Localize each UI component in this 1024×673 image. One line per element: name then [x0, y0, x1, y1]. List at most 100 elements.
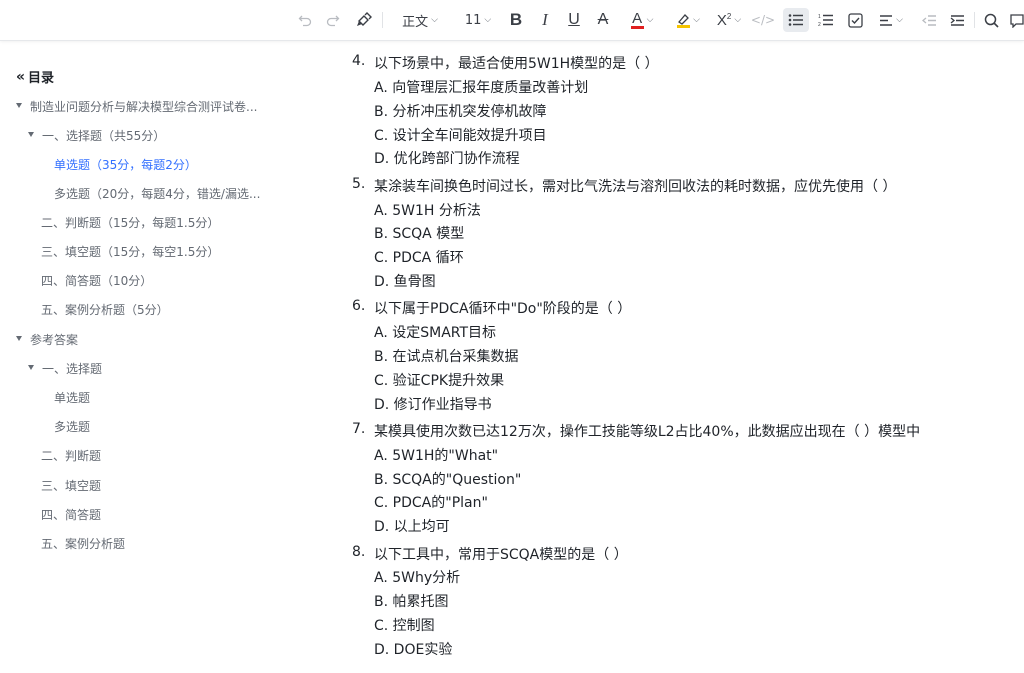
toc-item-exam-title[interactable]: 制造业问题分析与解决模型综合测评试卷...: [16, 98, 257, 115]
option-b[interactable]: B. 在试点机台采集数据: [374, 346, 519, 366]
question-number: 8.: [352, 544, 366, 560]
question-number: 6.: [352, 298, 366, 314]
comment-icon[interactable]: [1009, 8, 1024, 32]
code-icon[interactable]: </>: [751, 8, 775, 32]
option-c[interactable]: C. 验证CPK提升效果: [374, 370, 504, 390]
expand-triangle-icon[interactable]: [16, 103, 22, 108]
expand-triangle-icon[interactable]: [28, 365, 34, 370]
toc-item-answers-judgment[interactable]: 二、判断题: [41, 447, 101, 464]
option-d[interactable]: D. DOE实验: [374, 639, 452, 659]
toc-item-answers-fill-blank[interactable]: 三、填空题: [41, 477, 101, 494]
option-a[interactable]: A. 设定SMART目标: [374, 322, 496, 342]
expand-triangle-icon[interactable]: [28, 132, 34, 137]
option-c[interactable]: C. PDCA的"Plan": [374, 492, 488, 512]
toc-item-case-analysis[interactable]: 五、案例分析题（5分）: [41, 301, 169, 318]
highlight-button[interactable]: ⌵: [670, 8, 706, 32]
chevron-down-icon: ⌵: [896, 15, 903, 25]
format-painter-icon[interactable]: [354, 8, 374, 32]
toc-item-multi-choice[interactable]: 多选题（20分，每题4分，错选/漏选...: [54, 185, 260, 202]
toc-item-label: 二、判断题: [41, 449, 102, 463]
toc-item-label: 一、选择题: [42, 362, 103, 376]
font-size-select[interactable]: 11 ⌵: [460, 8, 496, 32]
toc-item-judgment[interactable]: 二、判断题（15分，每题1.5分）: [41, 214, 219, 231]
option-a[interactable]: A. 向管理层汇报年度质量改善计划: [374, 77, 588, 97]
toc-item-label: 单选题: [54, 391, 91, 405]
table-of-contents: « 目录 制造业问题分析与解决模型综合测评试卷... 一、选择题（共55分） 单…: [0, 41, 300, 673]
option-d[interactable]: D. 鱼骨图: [374, 271, 436, 291]
toc-item-label: 二、判断题（15分，每题1.5分）: [41, 216, 220, 230]
toc-item-label: 四、简答题: [41, 508, 102, 522]
checklist-icon[interactable]: [844, 8, 866, 32]
toc-item-answers-short-answer[interactable]: 四、简答题: [41, 506, 101, 523]
toc-item-label: 多选题（20分，每题4分，错选/漏选...: [54, 187, 261, 201]
question-text: 某涂装车间换色时间过长，需对比气洗法与溶剂回收法的耗时数据，应优先使用（ ）: [374, 179, 897, 195]
option-b[interactable]: B. 分析冲压机突发停机故障: [374, 101, 547, 121]
editor-toolbar: 正文 ⌵ 11 ⌵ B I U A A ⌵ ⌵ X2 ⌵ </> 12 ⌵: [0, 0, 1024, 41]
align-left-icon: [880, 14, 893, 26]
redo-icon[interactable]: [324, 8, 342, 32]
option-a[interactable]: A. 5W1H的"What": [374, 445, 498, 465]
question-text: 以下工具中，常用于SCQA模型的是（ ）: [374, 547, 628, 563]
option-a[interactable]: A. 5W1H 分析法: [374, 200, 481, 220]
undo-icon[interactable]: [296, 8, 314, 32]
paragraph-style-label: 正文: [402, 14, 429, 30]
superscript-button[interactable]: X2 ⌵: [712, 8, 746, 32]
question-4[interactable]: 4. 以下场景中，最适合使用5W1H模型的是（ ）: [352, 53, 659, 73]
toc-item-short-answer[interactable]: 四、简答题（10分）: [41, 272, 152, 289]
strikethrough-icon[interactable]: A: [593, 8, 613, 32]
bullet-list-icon[interactable]: [783, 8, 809, 32]
toc-item-label: 五、案例分析题（5分）: [41, 303, 169, 317]
question-6[interactable]: 6. 以下属于PDCA循环中"Do"阶段的是（ ）: [352, 298, 631, 318]
question-text: 以下场景中，最适合使用5W1H模型的是（ ）: [374, 56, 659, 72]
option-c[interactable]: C. PDCA 循环: [374, 247, 464, 267]
toc-item-answers-multi[interactable]: 多选题: [54, 418, 90, 435]
option-d[interactable]: D. 修订作业指导书: [374, 394, 492, 414]
option-c[interactable]: C. 设计全车间能效提升项目: [374, 125, 547, 145]
option-b[interactable]: B. SCQA的"Question": [374, 469, 521, 489]
paragraph-style-select[interactable]: 正文 ⌵: [393, 8, 447, 32]
option-c[interactable]: C. 控制图: [374, 615, 435, 635]
toc-item-answers-single[interactable]: 单选题: [54, 389, 90, 406]
option-d[interactable]: D. 以上均可: [374, 516, 450, 536]
toc-item-label: 多选题: [54, 420, 91, 434]
toc-item-choice-section[interactable]: 一、选择题（共55分）: [28, 127, 165, 144]
toc-header[interactable]: « 目录: [16, 67, 55, 87]
underline-icon[interactable]: U: [564, 8, 584, 32]
search-icon[interactable]: [981, 8, 1001, 32]
toc-item-label: 一、选择题（共55分）: [42, 129, 166, 143]
option-b[interactable]: B. SCQA 模型: [374, 223, 464, 243]
question-text: 某模具使用次数已达12万次，操作工技能等级L2占比40%，此数据应出现在（ ）模…: [374, 424, 921, 440]
numbered-list-icon[interactable]: 12: [815, 8, 837, 32]
outdent-icon[interactable]: [918, 8, 940, 32]
question-5[interactable]: 5. 某涂装车间换色时间过长，需对比气洗法与溶剂回收法的耗时数据，应优先使用（ …: [352, 176, 896, 196]
option-b[interactable]: B. 帕累托图: [374, 591, 449, 611]
toc-item-label: 五、案例分析题: [41, 537, 126, 551]
superscript-icon: X2: [716, 11, 732, 29]
option-a[interactable]: A. 5Why分析: [374, 567, 460, 587]
chevron-down-icon: ⌵: [693, 15, 700, 25]
indent-icon[interactable]: [946, 8, 968, 32]
align-button[interactable]: ⌵: [874, 8, 908, 32]
collapse-double-chevron-icon[interactable]: «: [16, 69, 25, 85]
toc-item-label: 参考答案: [30, 333, 79, 347]
highlighter-icon: [676, 13, 690, 28]
toc-item-label: 制造业问题分析与解决模型综合测评试卷...: [30, 100, 258, 114]
question-7[interactable]: 7. 某模具使用次数已达12万次，操作工技能等级L2占比40%，此数据应出现在（…: [352, 421, 920, 441]
italic-icon[interactable]: I: [535, 8, 555, 32]
expand-triangle-icon[interactable]: [16, 336, 22, 341]
svg-text:1: 1: [818, 14, 821, 20]
option-d[interactable]: D. 优化跨部门协作流程: [374, 148, 520, 168]
chevron-down-icon: ⌵: [431, 15, 438, 25]
toc-item-answers[interactable]: 参考答案: [16, 331, 78, 348]
toc-item-label: 三、填空题: [41, 479, 102, 493]
toc-item-answers-case-analysis[interactable]: 五、案例分析题: [41, 535, 125, 552]
toc-title: 目录: [28, 71, 55, 86]
toc-item-label: 四、简答题（10分）: [41, 274, 153, 288]
text-color-button[interactable]: A ⌵: [624, 8, 660, 32]
bold-icon[interactable]: B: [506, 8, 526, 32]
question-8[interactable]: 8. 以下工具中，常用于SCQA模型的是（ ）: [352, 544, 628, 564]
toc-item-fill-blank[interactable]: 三、填空题（15分，每空1.5分）: [41, 243, 219, 260]
chevron-down-icon: ⌵: [734, 15, 742, 25]
toc-item-answers-choice[interactable]: 一、选择题: [28, 360, 102, 377]
toc-item-single-choice[interactable]: 单选题（35分，每题2分）: [54, 156, 197, 173]
